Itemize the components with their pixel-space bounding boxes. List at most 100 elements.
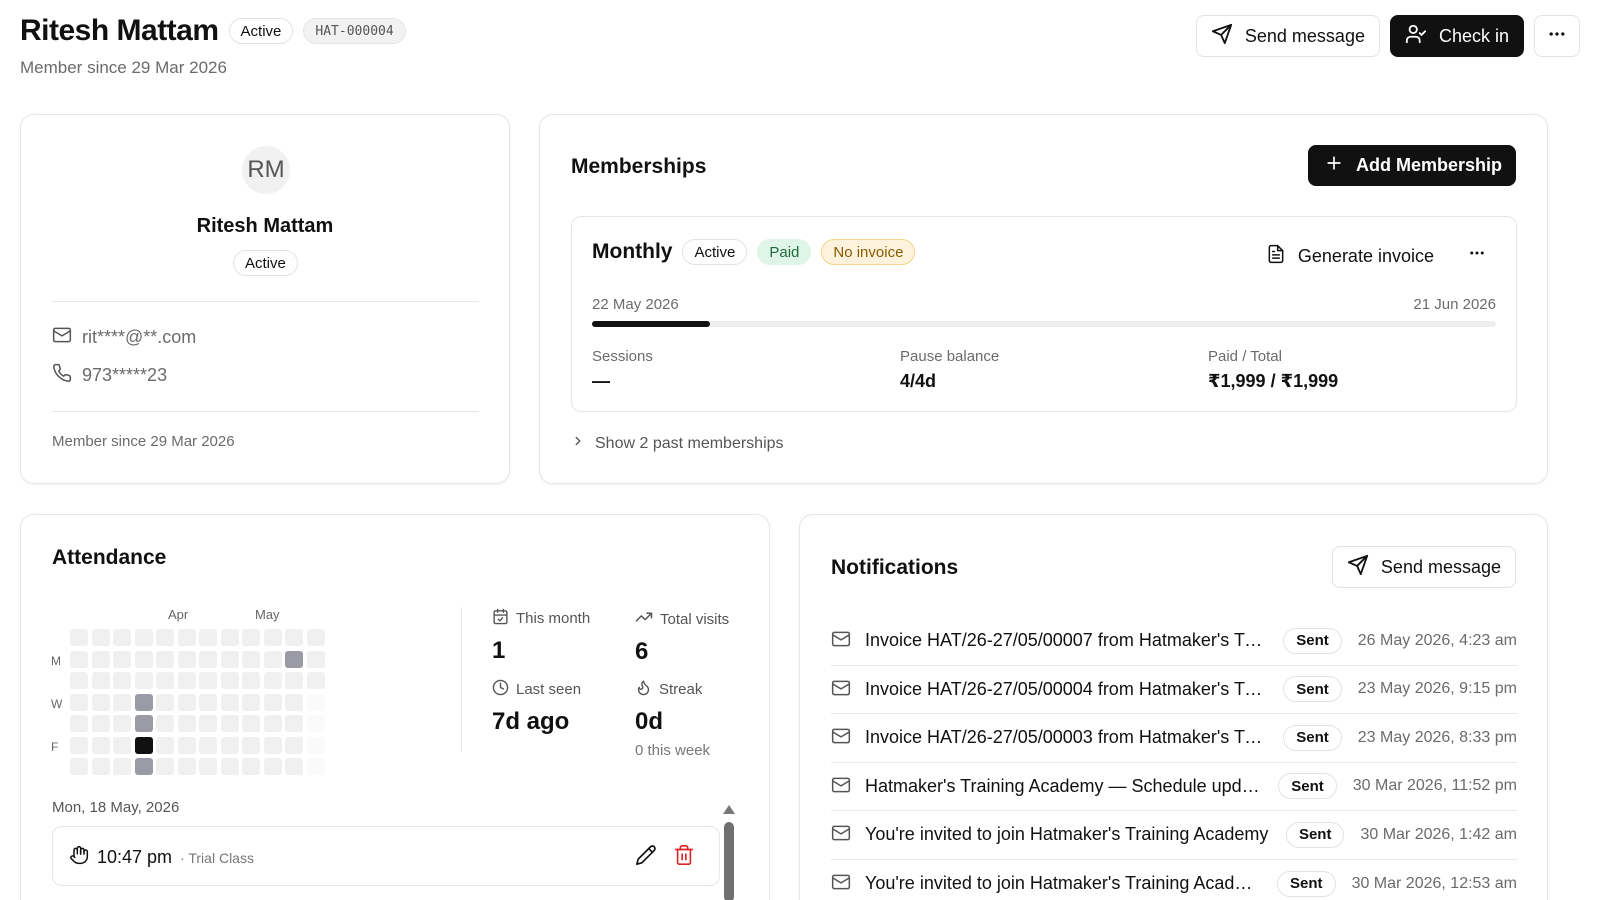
scrollbar-thumb[interactable] [724,822,734,900]
generate-invoice-button[interactable]: Generate invoice [1266,244,1434,269]
heatmap-cell[interactable] [156,629,174,646]
heatmap-cell[interactable] [113,758,131,775]
notification-row[interactable]: Hatmaker's Training Academy — Schedule u… [831,763,1517,811]
heatmap-cell[interactable] [156,736,174,754]
heatmap-cell[interactable] [70,672,88,689]
heatmap-cell[interactable] [285,650,303,668]
scroll-up-arrow[interactable] [723,805,735,814]
notification-row[interactable]: You're invited to join Hatmaker's Traini… [831,811,1517,860]
heatmap-cell[interactable] [263,715,282,732]
heatmap-cell[interactable] [285,715,303,732]
heatmap-cell[interactable] [70,736,88,754]
heatmap-cell[interactable] [177,672,196,689]
heatmap-cell[interactable] [134,693,153,711]
notification-row[interactable]: Invoice HAT/26-27/05/00007 from Hatmaker… [831,617,1517,666]
show-past-memberships-toggle[interactable]: Show 2 past memberships [571,434,784,453]
heatmap-cell[interactable] [70,629,88,646]
heatmap-cell[interactable] [242,672,260,689]
send-message-button[interactable]: Send message [1195,15,1380,57]
add-membership-button[interactable]: Add Membership [1307,145,1516,186]
heatmap-cell[interactable] [199,736,217,754]
heatmap-cell[interactable] [177,629,196,646]
heatmap-cell[interactable] [156,715,174,732]
heatmap-cell[interactable] [199,629,217,646]
edit-attendance-button[interactable] [635,844,657,871]
heatmap-cell[interactable] [70,715,88,732]
notification-row[interactable]: You're invited to join Hatmaker's Traini… [831,860,1517,900]
heatmap-cell[interactable] [220,736,239,754]
heatmap-cell[interactable] [134,758,153,775]
heatmap-cell[interactable] [156,672,174,689]
heatmap-cell[interactable] [177,758,196,775]
heatmap-cell[interactable] [220,650,239,668]
heatmap-cell[interactable] [242,693,260,711]
heatmap-cell[interactable] [220,629,239,646]
heatmap-cell[interactable] [242,629,260,646]
heatmap-cell[interactable] [177,736,196,754]
heatmap-cell[interactable] [177,693,196,711]
heatmap-cell[interactable] [199,672,217,689]
heatmap-cell[interactable] [134,629,153,646]
heatmap-cell[interactable] [91,736,110,754]
heatmap-cell[interactable] [263,736,282,754]
notification-row[interactable]: Invoice HAT/26-27/05/00004 from Hatmaker… [831,666,1517,714]
heatmap-cell[interactable] [70,650,88,668]
heatmap-cell[interactable] [285,758,303,775]
heatmap-cell[interactable] [134,715,153,732]
heatmap-cell[interactable] [156,693,174,711]
heatmap-cell[interactable] [306,629,325,646]
heatmap-cell[interactable] [285,672,303,689]
heatmap-cell[interactable] [263,693,282,711]
heatmap-cell[interactable] [113,736,131,754]
heatmap-cell[interactable] [306,758,325,775]
heatmap-cell[interactable] [306,693,325,711]
delete-attendance-button[interactable] [673,844,695,871]
heatmap-cell[interactable] [306,715,325,732]
heatmap-cell[interactable] [177,715,196,732]
heatmap-cell[interactable] [263,650,282,668]
heatmap-cell[interactable] [263,758,282,775]
heatmap-cell[interactable] [306,672,325,689]
heatmap-cell[interactable] [70,758,88,775]
heatmap-cell[interactable] [199,758,217,775]
heatmap-cell[interactable] [285,736,303,754]
heatmap-cell[interactable] [134,736,153,754]
heatmap-cell[interactable] [91,672,110,689]
heatmap-cell[interactable] [306,650,325,668]
heatmap-cell[interactable] [113,693,131,711]
heatmap-cell[interactable] [242,736,260,754]
heatmap-cell[interactable] [220,672,239,689]
heatmap-cell[interactable] [242,715,260,732]
heatmap-cell[interactable] [220,758,239,775]
heatmap-cell[interactable] [199,650,217,668]
heatmap-cell[interactable] [242,650,260,668]
heatmap-cell[interactable] [113,715,131,732]
check-in-button[interactable]: Check in [1389,15,1524,57]
heatmap-cell[interactable] [70,693,88,711]
notification-row[interactable]: Invoice HAT/26-27/05/00003 from Hatmaker… [831,714,1517,763]
heatmap-cell[interactable] [113,650,131,668]
heatmap-cell[interactable] [285,629,303,646]
heatmap-cell[interactable] [177,650,196,668]
heatmap-cell[interactable] [91,629,110,646]
heatmap-cell[interactable] [113,629,131,646]
heatmap-cell[interactable] [263,629,282,646]
heatmap-cell[interactable] [91,650,110,668]
membership-more-button[interactable] [1468,244,1486,267]
heatmap-cell[interactable] [199,693,217,711]
notifications-send-message-button[interactable]: Send message [1331,546,1516,588]
heatmap-cell[interactable] [91,715,110,732]
more-actions-button[interactable] [1534,15,1580,57]
heatmap-cell[interactable] [285,693,303,711]
heatmap-cell[interactable] [199,715,217,732]
heatmap-cell[interactable] [113,672,131,689]
heatmap-cell[interactable] [156,650,174,668]
heatmap-cell[interactable] [91,758,110,775]
heatmap-cell[interactable] [156,758,174,775]
heatmap-cell[interactable] [220,715,239,732]
heatmap-cell[interactable] [242,758,260,775]
heatmap-cell[interactable] [306,736,325,754]
heatmap-cell[interactable] [91,693,110,711]
heatmap-cell[interactable] [263,672,282,689]
heatmap-cell[interactable] [134,672,153,689]
